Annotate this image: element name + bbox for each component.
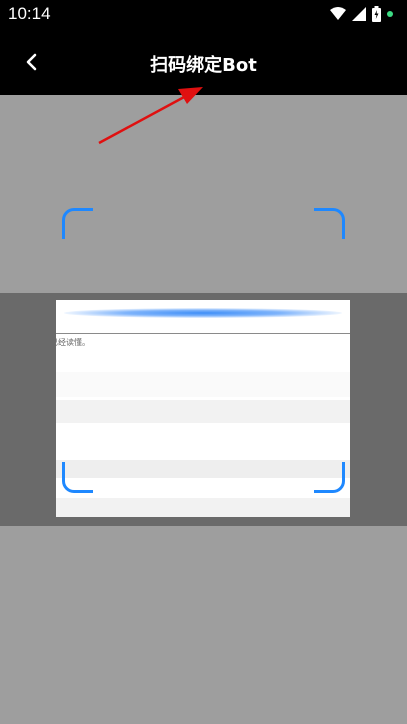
- preview-row: [56, 400, 350, 423]
- notification-dot-icon: [387, 11, 393, 17]
- app-bar: 扫码绑定Bot: [0, 29, 407, 95]
- status-icons: [330, 6, 393, 22]
- preview-header: [56, 300, 350, 334]
- preview-row: [56, 460, 350, 478]
- signal-icon: [352, 7, 366, 21]
- preview-row: [56, 498, 350, 517]
- status-time: 10:14: [8, 4, 51, 23]
- battery-icon: [372, 6, 381, 22]
- scan-frame-corner-top-right: [314, 208, 345, 239]
- scanned-document-preview: 已经读懂。: [56, 300, 350, 517]
- scan-frame-corner-bottom-right: [314, 462, 345, 493]
- status-bar: 10:14: [0, 0, 407, 29]
- preview-text: 已经读懂。: [56, 338, 90, 347]
- scan-frame-corner-bottom-left: [62, 462, 93, 493]
- scan-line: [64, 308, 342, 318]
- preview-row: [56, 372, 350, 397]
- scan-frame-corner-top-left: [62, 208, 93, 239]
- wifi-icon: [330, 7, 346, 20]
- page-title: 扫码绑定Bot: [150, 55, 257, 76]
